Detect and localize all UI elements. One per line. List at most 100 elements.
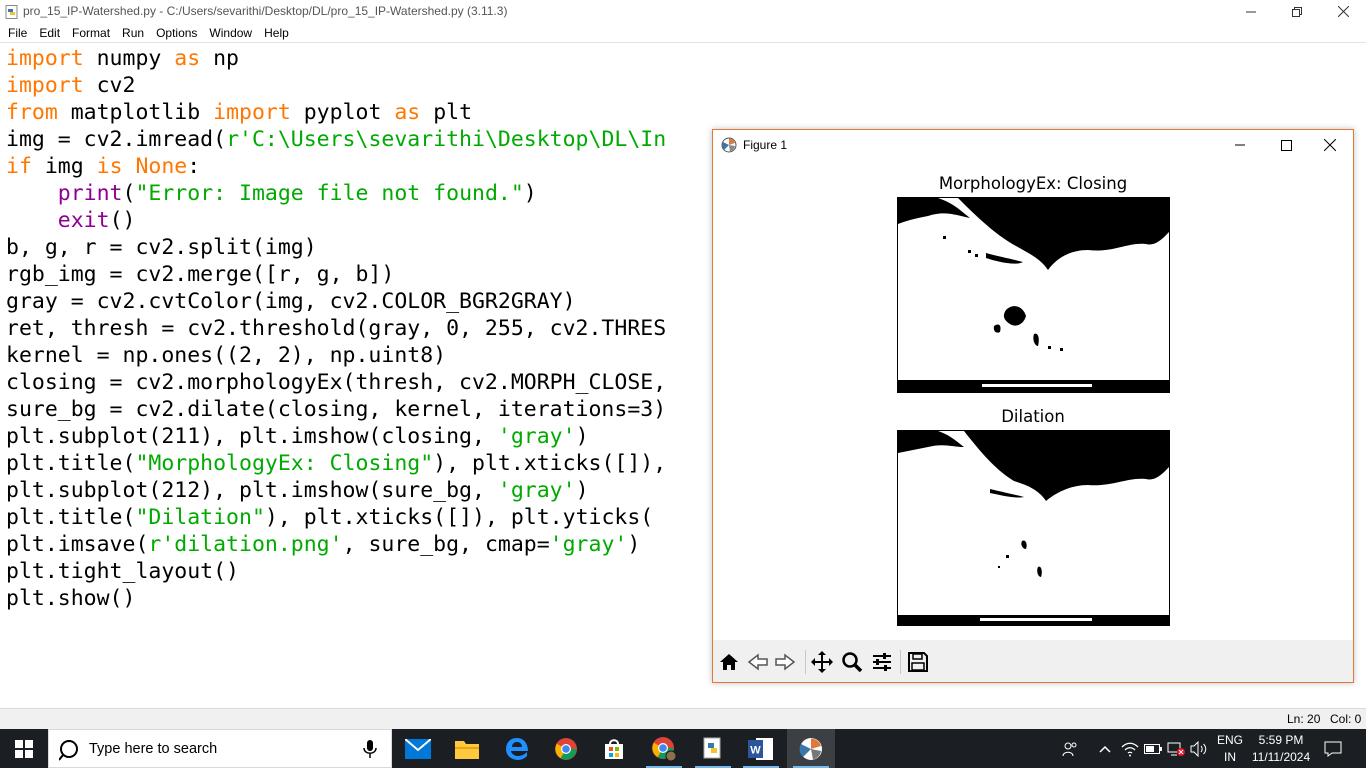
menu-run[interactable]: Run xyxy=(116,23,150,43)
taskbar-matplotlib[interactable] xyxy=(787,729,835,768)
menu-edit[interactable]: Edit xyxy=(33,23,66,43)
code-token: import xyxy=(213,100,291,125)
tray-battery[interactable] xyxy=(1143,739,1163,759)
taskbar-file-explorer[interactable] xyxy=(443,729,491,768)
taskbar-edge[interactable] xyxy=(493,729,541,768)
code-line[interactable]: plt.show() xyxy=(6,585,135,612)
code-line[interactable]: plt.subplot(212), plt.imshow(sure_bg, 'g… xyxy=(6,477,589,504)
pan-button[interactable] xyxy=(810,650,834,674)
figure-minimize-button[interactable] xyxy=(1217,130,1263,160)
restore-icon xyxy=(1292,6,1302,17)
tray-network-error[interactable] xyxy=(1166,739,1186,759)
code-token: print xyxy=(57,181,123,206)
code-line[interactable]: plt.title("Dilation"), plt.xticks([]), p… xyxy=(6,504,653,531)
code-token: if xyxy=(6,154,32,179)
taskbar-python[interactable] xyxy=(689,729,737,768)
taskbar-mail[interactable] xyxy=(394,729,442,768)
code-token: rgb_img = cv2.merge([r, g, b]) xyxy=(6,262,395,287)
code-line[interactable]: exit() xyxy=(6,207,136,234)
dilation-binary-image xyxy=(898,431,1169,625)
code-line[interactable]: from matplotlib import pyplot as plt xyxy=(6,99,472,126)
save-icon xyxy=(908,652,928,672)
code-token: 'gray' xyxy=(549,532,628,557)
chevron-up-icon xyxy=(1099,745,1111,753)
tray-people[interactable] xyxy=(1060,739,1080,759)
network-error-icon xyxy=(1167,742,1185,756)
taskbar-chrome-profile[interactable] xyxy=(640,729,688,768)
code-token: img xyxy=(31,154,97,179)
code-line[interactable]: print("Error: Image file not found.") xyxy=(6,180,537,207)
code-token: as xyxy=(174,46,201,71)
back-button[interactable] xyxy=(746,650,770,674)
tray-show-hidden[interactable] xyxy=(1095,739,1115,759)
microphone-icon[interactable] xyxy=(363,739,377,759)
tray-volume[interactable] xyxy=(1189,739,1209,759)
menu-window[interactable]: Window xyxy=(203,23,258,43)
matplotlib-icon xyxy=(799,737,822,760)
taskbar-search[interactable]: Type here to search xyxy=(48,729,392,768)
input-language[interactable]: ENG xyxy=(1216,733,1244,747)
status-bar: Ln: 20 Col: 0 xyxy=(0,708,1366,729)
svg-text:W: W xyxy=(750,744,761,756)
code-line[interactable]: if img is None: xyxy=(6,153,200,180)
figure-window[interactable]: Figure 1 MorphologyEx: Closing Dilation xyxy=(712,129,1354,683)
action-center[interactable] xyxy=(1323,739,1343,759)
edge-icon xyxy=(506,737,528,760)
python-file-icon xyxy=(5,5,18,19)
code-line[interactable]: closing = cv2.morphologyEx(thresh, cv2.M… xyxy=(6,369,666,396)
code-line[interactable]: plt.imsave(r'dilation.png', sure_bg, cma… xyxy=(6,531,640,558)
start-button[interactable] xyxy=(0,729,48,768)
figure-maximize-button[interactable] xyxy=(1263,130,1309,160)
code-token: , sure_bg, cmap= xyxy=(342,532,550,557)
taskbar-word[interactable]: W xyxy=(737,729,785,768)
code-line[interactable]: kernel = np.ones((2, 2), np.uint8) xyxy=(6,342,446,369)
code-line[interactable]: import numpy as np xyxy=(6,45,239,72)
code-token: as xyxy=(394,100,421,125)
code-token: numpy xyxy=(83,46,175,71)
editor-scrollbar[interactable] xyxy=(1352,44,1366,708)
restore-button[interactable] xyxy=(1274,0,1320,23)
code-line[interactable]: gray = cv2.cvtColor(img, cv2.COLOR_BGR2G… xyxy=(6,288,576,315)
menu-file[interactable]: File xyxy=(2,23,33,43)
code-token: ), plt.xticks([]), xyxy=(433,451,667,476)
code-token: plt xyxy=(420,100,473,125)
close-button[interactable] xyxy=(1320,0,1366,23)
code-line[interactable]: img = cv2.imread(r'C:\Users\sevarithi\De… xyxy=(6,126,666,153)
clock-time[interactable]: 5:59 PM xyxy=(1250,733,1312,747)
code-token: kernel = np.ones((2, 2), np.uint8) xyxy=(6,343,447,368)
menu-format[interactable]: Format xyxy=(66,23,116,43)
taskbar-store[interactable] xyxy=(590,729,638,768)
configure-subplots-button[interactable] xyxy=(870,650,894,674)
code-token: ) xyxy=(575,478,589,503)
code-token: plt.title( xyxy=(6,505,136,530)
code-token: matplotlib xyxy=(57,100,214,125)
menu-options[interactable]: Options xyxy=(150,23,203,43)
code-line[interactable]: ret, thresh = cv2.threshold(gray, 0, 255… xyxy=(6,315,666,342)
input-region[interactable]: IN xyxy=(1216,750,1244,764)
figure-titlebar: Figure 1 xyxy=(713,130,1353,160)
code-token: gray = cv2.cvtColor(img, cv2.COLOR_BGR2G… xyxy=(6,289,576,314)
code-token: "Dilation" xyxy=(135,505,265,530)
chrome-icon xyxy=(555,737,577,760)
code-line[interactable]: plt.subplot(211), plt.imshow(closing, 'g… xyxy=(6,423,589,450)
zoom-icon xyxy=(842,652,863,673)
taskbar-chrome[interactable] xyxy=(542,729,590,768)
maximize-icon xyxy=(1280,139,1292,151)
closing-binary-image xyxy=(898,198,1169,392)
tray-wifi[interactable] xyxy=(1120,739,1140,759)
code-token: import xyxy=(6,73,84,98)
code-line[interactable]: plt.tight_layout() xyxy=(6,558,239,585)
code-line[interactable]: rgb_img = cv2.merge([r, g, b]) xyxy=(6,261,394,288)
figure-close-button[interactable] xyxy=(1307,130,1353,160)
save-button[interactable] xyxy=(906,650,930,674)
code-line[interactable]: import cv2 xyxy=(6,72,135,99)
home-button[interactable] xyxy=(717,650,741,674)
zoom-button[interactable] xyxy=(840,650,864,674)
code-line[interactable]: plt.title("MorphologyEx: Closing"), plt.… xyxy=(6,450,666,477)
forward-button[interactable] xyxy=(773,650,797,674)
clock-date[interactable]: 11/11/2024 xyxy=(1250,750,1312,764)
menu-help[interactable]: Help xyxy=(258,23,295,43)
code-line[interactable]: sure_bg = cv2.dilate(closing, kernel, it… xyxy=(6,396,666,423)
code-line[interactable]: b, g, r = cv2.split(img) xyxy=(6,234,317,261)
minimize-button[interactable] xyxy=(1228,0,1274,23)
